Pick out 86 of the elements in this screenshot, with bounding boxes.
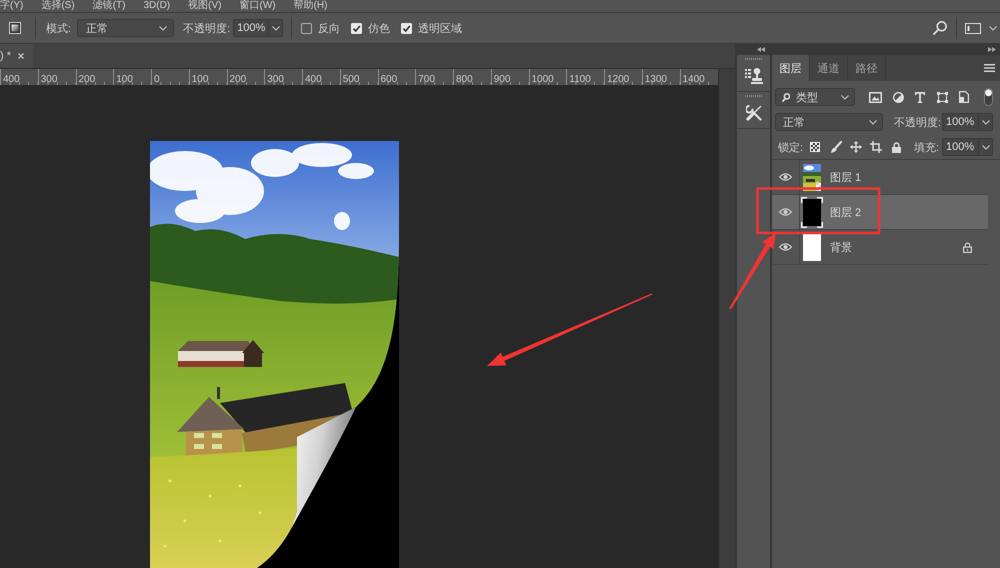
close-icon[interactable] <box>18 53 24 59</box>
crop-icon[interactable] <box>870 141 882 153</box>
menu-item[interactable]: 视图(V) <box>188 0 222 12</box>
ruler-label: 300 <box>40 73 58 85</box>
smart-object-icon[interactable] <box>959 91 969 103</box>
panel-tab[interactable]: 通道 <box>810 55 848 81</box>
filter-toggle[interactable] <box>984 88 993 106</box>
caret-icon <box>841 94 849 100</box>
scrollbar-track[interactable] <box>718 69 735 568</box>
panel-tab[interactable]: 路径 <box>848 55 886 81</box>
caret-icon <box>159 26 168 30</box>
ruler-label: 600 <box>380 73 398 85</box>
clone-stamp-icon[interactable] <box>744 68 762 84</box>
type-tool-icon[interactable] <box>915 92 925 102</box>
layer-row[interactable]: 图层 2 <box>772 195 988 230</box>
checkbox[interactable] <box>401 22 412 34</box>
shape-frame-icon[interactable] <box>937 92 948 102</box>
caret-icon <box>272 26 280 30</box>
ruler-label: 400 <box>2 73 20 85</box>
filter-dropdown[interactable]: 类型 <box>775 88 855 106</box>
opacity-field[interactable]: 100% <box>942 113 978 131</box>
ruler-label: 1100 <box>568 73 591 85</box>
opacity-dropdown-button[interactable] <box>978 113 993 131</box>
caret-icon <box>982 120 990 124</box>
ruler-label: 800 <box>455 73 473 85</box>
ruler-label: 200 <box>228 73 246 85</box>
search-icon[interactable] <box>933 21 947 35</box>
ruler-label: 1000 <box>530 73 554 85</box>
ruler-label: 0 <box>153 73 160 85</box>
ruler-label: 1200 <box>606 73 630 85</box>
checkerboard-icon[interactable] <box>810 142 820 152</box>
caret-icon <box>982 144 990 150</box>
ruler-label: 200 <box>78 73 96 85</box>
fill-field[interactable]: 100% <box>942 138 978 156</box>
caret-icon[interactable] <box>989 26 997 30</box>
gradient-square-icon[interactable] <box>9 22 21 34</box>
opacity-field[interactable]: 100% <box>233 19 268 37</box>
lock-icon[interactable] <box>892 142 902 152</box>
layer-name: 背景 <box>830 240 852 254</box>
layer-name: 图层 1 <box>830 170 862 184</box>
checkbox-label: 仿色 <box>368 22 390 36</box>
layer-name: 图层 2 <box>830 206 862 220</box>
menu-item[interactable]: 帮助(H) <box>294 0 328 12</box>
image-icon[interactable] <box>869 92 882 102</box>
blend-mode-dropdown[interactable]: 正常 <box>775 113 883 131</box>
search-icon[interactable] <box>782 92 790 102</box>
mode-dropdown[interactable]: 正常 <box>77 19 174 37</box>
opacity-label: 不透明度: <box>894 116 941 130</box>
wrench-screwdriver-icon[interactable] <box>746 105 762 121</box>
expand-icon[interactable] <box>988 47 996 52</box>
ruler-label: 500 <box>342 73 360 85</box>
collapse-icon[interactable] <box>757 47 765 52</box>
menu-item[interactable]: 滤镜(T) <box>92 0 126 12</box>
eye-icon[interactable] <box>779 243 792 251</box>
ruler-label: 900 <box>492 73 510 85</box>
checkbox-label: 反向 <box>318 22 340 36</box>
fill-label: 填充: <box>914 140 939 154</box>
mode-label: 模式: <box>46 22 72 36</box>
opacity-dropdown-button[interactable] <box>268 19 284 37</box>
ruler-label: 100 <box>190 73 208 85</box>
menu-item[interactable]: 选择(S) <box>41 0 75 12</box>
move-icon[interactable] <box>850 141 862 153</box>
eye-icon[interactable] <box>779 208 792 216</box>
lock-label: 锁定: <box>778 140 804 154</box>
opacity-label: 不透明度: <box>183 22 230 36</box>
checkbox[interactable] <box>351 22 362 34</box>
layer-row[interactable]: 图层 1 <box>772 160 988 195</box>
ruler-label: 1400 <box>682 73 705 85</box>
document-tab[interactable]: ) * <box>0 44 33 68</box>
layer-row[interactable]: 背景 <box>772 230 988 265</box>
caret-icon <box>869 120 877 124</box>
panel-tab[interactable]: 图层 <box>772 55 810 81</box>
fill-dropdown-button[interactable] <box>978 138 993 156</box>
ruler-label: 300 <box>266 73 284 85</box>
ruler-label: 700 <box>417 73 435 85</box>
checkbox-label: 透明区域 <box>418 22 462 36</box>
ruler-label: 100 <box>115 73 133 85</box>
menu-item[interactable]: 3D(D) <box>143 0 170 12</box>
eye-icon[interactable] <box>779 173 792 181</box>
brush-icon[interactable] <box>831 141 842 153</box>
panel-layout-icon[interactable] <box>965 22 981 34</box>
half-circle-icon[interactable] <box>893 92 904 102</box>
panel-menu-icon[interactable] <box>984 64 995 72</box>
ruler-label: 1300 <box>644 73 667 85</box>
ruler-label: 400 <box>304 73 322 85</box>
checkbox[interactable] <box>301 22 312 34</box>
